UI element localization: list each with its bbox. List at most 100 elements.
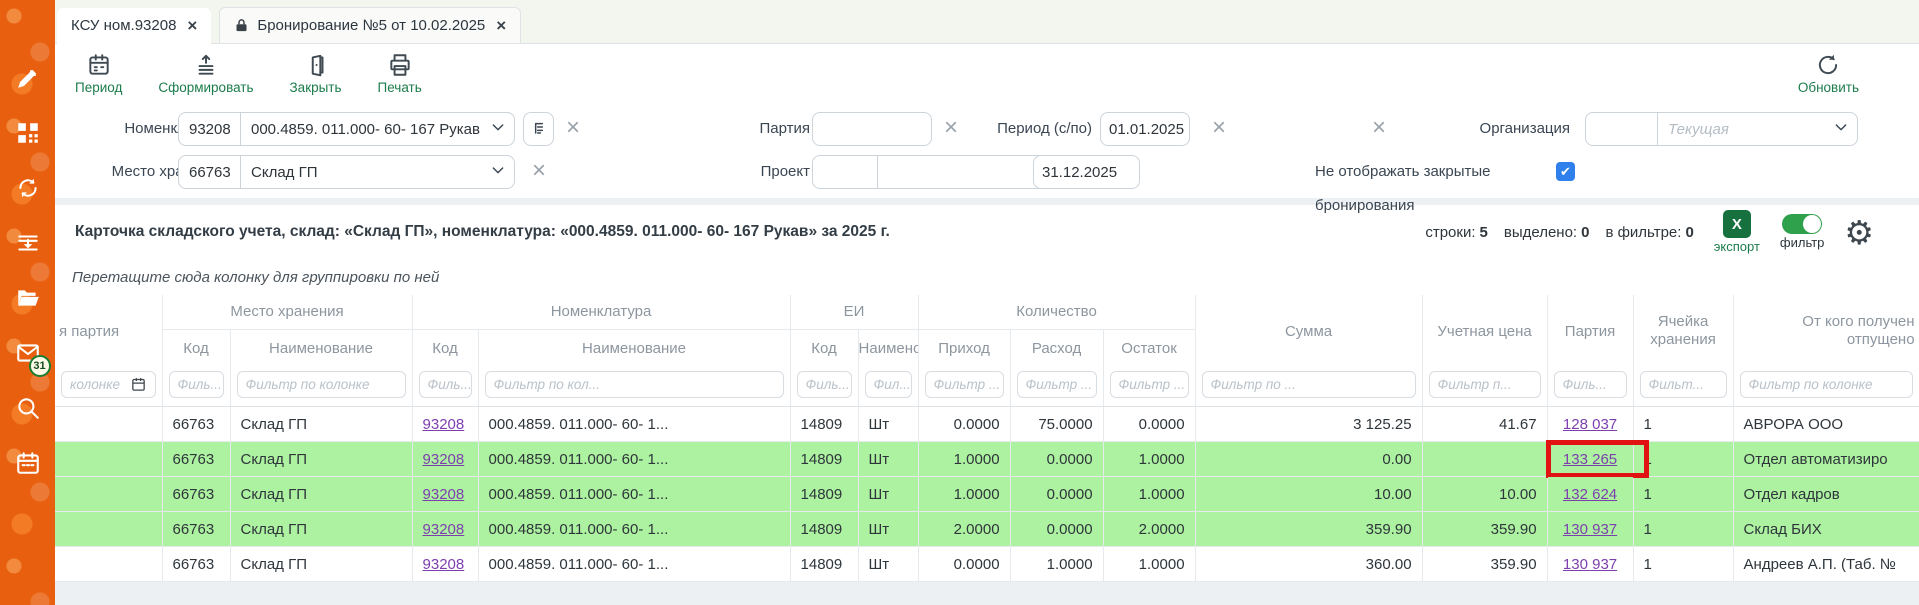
column-filter-input[interactable]: Фил... <box>865 371 912 398</box>
chevron-down-icon[interactable] <box>490 162 506 182</box>
generate-button[interactable]: Сформировать <box>158 52 253 95</box>
project-code-field[interactable] <box>813 156 878 188</box>
column-filter-input[interactable]: колонке <box>61 371 156 398</box>
sub-header[interactable]: Наименование <box>858 329 918 367</box>
organization-placeholder[interactable]: Текущая <box>1658 113 1833 145</box>
cell-counterparty: Отдел автоматизиро <box>1733 442 1919 477</box>
column-header-sum[interactable]: Сумма <box>1195 295 1422 367</box>
cell-qty-expense: 75.0000 <box>1010 407 1103 442</box>
tab-booking[interactable]: Бронирование №5 от 10.02.2025 × <box>219 7 521 43</box>
table-row[interactable]: 66763Склад ГП93208000.4859. 011.000- 60-… <box>55 407 1919 442</box>
period-button[interactable]: Период <box>75 52 122 95</box>
sub-header[interactable]: Наименование <box>478 329 790 367</box>
table-row[interactable]: 66763Склад ГП93208000.4859. 011.000- 60-… <box>55 512 1919 547</box>
filter-panel: Номенклатура 93208 000.4859. 011.000- 60… <box>55 102 1919 198</box>
party-link[interactable]: 133 265 <box>1563 451 1617 468</box>
column-filter-input[interactable]: Фильтр по кол... <box>485 371 784 398</box>
column-filter-input[interactable]: Фильтр ... <box>925 371 1004 398</box>
column-filter-input[interactable]: Фильтр по колонке <box>237 371 406 398</box>
filter-toggle[interactable] <box>1782 214 1822 234</box>
clear-storage-icon[interactable]: × <box>527 155 551 189</box>
mail-icon[interactable]: 31 <box>14 339 42 367</box>
chevron-down-icon[interactable] <box>1833 119 1849 139</box>
group-header-unit[interactable]: ЕИ <box>790 295 918 329</box>
group-by-hint[interactable]: Перетащите сюда колонку для группировки … <box>55 259 1919 295</box>
group-header-nomenclature[interactable]: Номенклатура <box>412 295 790 329</box>
column-filter-input[interactable]: Филь... <box>797 371 852 398</box>
storage-code-field[interactable]: 66763 <box>179 156 241 188</box>
chevron-down-icon[interactable] <box>490 119 506 139</box>
print-queue-icon[interactable] <box>14 229 42 257</box>
nomenclature-code-link[interactable]: 93208 <box>423 556 465 573</box>
organization-code-field[interactable] <box>1586 113 1658 145</box>
filter-toggle-block[interactable]: фильтр <box>1780 214 1824 250</box>
column-filter-input[interactable]: Филь... <box>419 371 472 398</box>
nomenclature-code-link[interactable]: 93208 <box>423 486 465 503</box>
organization-select[interactable]: Текущая <box>1585 112 1858 146</box>
period-to-input[interactable]: 31.12.2025 <box>1033 155 1140 189</box>
export-button[interactable]: X экспорт <box>1714 210 1760 254</box>
group-header-quantity[interactable]: Количество <box>918 295 1195 329</box>
sub-header[interactable]: Код <box>162 329 230 367</box>
refresh-button[interactable]: Обновить <box>1798 52 1859 95</box>
sub-header[interactable]: Код <box>412 329 478 367</box>
nomenclature-select[interactable]: 93208 000.4859. 011.000- 60- 167 Рукав <box>178 112 515 146</box>
close-button[interactable]: Закрыть <box>290 52 342 95</box>
calendar-icon[interactable] <box>14 449 42 477</box>
nomenclature-name-field[interactable]: 000.4859. 011.000- 60- 167 Рукав <box>241 113 490 145</box>
table-row[interactable]: 66763Склад ГП93208000.4859. 011.000- 60-… <box>55 547 1919 582</box>
column-header-counterparty[interactable]: От кого получен отпущено <box>1733 295 1919 367</box>
column-filter-input[interactable]: Фильтр по колонке <box>1740 371 1913 398</box>
folder-icon[interactable] <box>14 284 42 312</box>
column-filter-input[interactable]: Филь... <box>1554 371 1627 398</box>
tab-close-icon[interactable]: × <box>496 17 506 34</box>
sub-header[interactable]: Код <box>790 329 858 367</box>
tab-close-icon[interactable]: × <box>187 17 197 34</box>
column-filter-input[interactable]: Фильт... <box>1640 371 1727 398</box>
gear-icon[interactable]: ⚙ <box>1844 216 1874 249</box>
column-filter-input[interactable]: Фильтр ... <box>1017 371 1097 398</box>
lock-icon <box>234 18 249 33</box>
nomenclature-code-link[interactable]: 93208 <box>423 416 465 433</box>
column-filter-input[interactable]: Филь... <box>169 371 224 398</box>
sub-header[interactable]: Приход <box>918 329 1010 367</box>
search-icon[interactable] <box>14 394 42 422</box>
column-filter-input[interactable]: Фильтр ... <box>1110 371 1189 398</box>
party-link[interactable]: 128 037 <box>1563 416 1617 433</box>
sub-header[interactable]: Остаток <box>1103 329 1195 367</box>
tab-ksu[interactable]: КСУ ном.93208 × <box>57 8 211 44</box>
clear-party-icon[interactable]: × <box>939 112 963 146</box>
column-header-cell[interactable]: Ячейка хранения <box>1633 295 1733 367</box>
nomenclature-code-link[interactable]: 93208 <box>423 521 465 538</box>
clear-nomenclature-icon[interactable]: × <box>561 112 585 146</box>
project-name-field[interactable] <box>878 156 1050 188</box>
party-link[interactable]: 130 937 <box>1563 556 1617 573</box>
print-button[interactable]: Печать <box>378 52 422 95</box>
hide-closed-checkbox[interactable]: ✔ <box>1556 162 1575 181</box>
column-header-batch[interactable]: я партия <box>55 295 162 367</box>
clear-extra-icon[interactable]: × <box>1367 112 1391 146</box>
storage-select[interactable]: 66763 Склад ГП <box>178 155 515 189</box>
column-filter-input[interactable]: Фильтр п... <box>1429 371 1541 398</box>
table-row[interactable]: 66763Склад ГП93208000.4859. 011.000- 60-… <box>55 442 1919 477</box>
table-row[interactable]: 66763Склад ГП93208000.4859. 011.000- 60-… <box>55 477 1919 512</box>
app-sidebar: 31 <box>0 0 55 605</box>
party-link[interactable]: 130 937 <box>1563 521 1617 538</box>
qr-code-icon[interactable] <box>14 119 42 147</box>
sub-header[interactable]: Наименование <box>230 329 412 367</box>
column-header-party[interactable]: Партия <box>1547 295 1633 367</box>
sync-icon[interactable] <box>14 174 42 202</box>
column-filter-input[interactable]: Фильтр по ... <box>1202 371 1416 398</box>
nomenclature-code-field[interactable]: 93208 <box>179 113 241 145</box>
clear-period-icon[interactable]: × <box>1207 112 1231 146</box>
tree-view-button[interactable] <box>523 112 554 146</box>
period-from-input[interactable]: 01.01.2025 <box>1100 112 1190 146</box>
group-header-storage[interactable]: Место хранения <box>162 295 412 329</box>
party-input[interactable] <box>812 112 932 146</box>
column-header-price[interactable]: Учетная цена <box>1422 295 1547 367</box>
pencil-icon[interactable] <box>14 64 42 92</box>
sub-header[interactable]: Расход <box>1010 329 1103 367</box>
party-link[interactable]: 132 624 <box>1563 486 1617 503</box>
storage-name-field[interactable]: Склад ГП <box>241 156 490 188</box>
nomenclature-code-link[interactable]: 93208 <box>423 451 465 468</box>
